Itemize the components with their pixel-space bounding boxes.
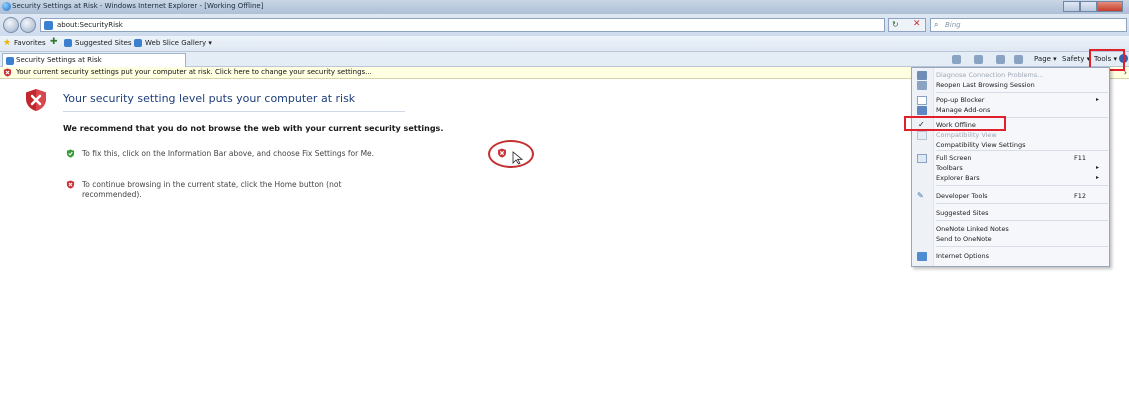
mouse-cursor-icon bbox=[512, 151, 524, 165]
submenu-arrow-icon: ▸ bbox=[1096, 174, 1100, 181]
menu-item-diagnose-connection[interactable]: Diagnose Connection Problems... bbox=[936, 71, 1043, 79]
full-screen-icon bbox=[917, 154, 927, 163]
shield-warning-icon bbox=[3, 68, 12, 77]
continue-browsing-instruction: To continue browsing in the current stat… bbox=[82, 180, 342, 199]
page-icon bbox=[44, 21, 53, 30]
address-row: about:SecurityRisk ↻ ✕ ⌕ Bing bbox=[0, 14, 1129, 36]
tab-label: Security Settings at Risk bbox=[16, 56, 102, 64]
page-heading: Your security setting level puts your co… bbox=[63, 92, 356, 105]
diagnose-icon bbox=[917, 71, 927, 80]
menu-item-send-to-onenote[interactable]: Send to OneNote bbox=[936, 235, 992, 243]
favorites-star-icon: ★ bbox=[3, 38, 12, 48]
address-url: about:SecurityRisk bbox=[57, 21, 123, 29]
title-bar: Security Settings at Risk - Windows Inte… bbox=[0, 0, 1129, 14]
web-slice-gallery-link[interactable]: Web Slice Gallery ▾ bbox=[145, 39, 212, 47]
menu-item-toolbars[interactable]: Toolbars bbox=[936, 164, 963, 172]
address-bar[interactable]: about:SecurityRisk bbox=[40, 18, 885, 32]
internet-options-icon bbox=[917, 252, 927, 261]
back-button[interactable] bbox=[3, 17, 19, 33]
menu-item-onenote-linked-notes[interactable]: OneNote Linked Notes bbox=[936, 225, 1009, 233]
developer-tools-icon: ✎ bbox=[917, 191, 924, 200]
minimize-button[interactable] bbox=[1063, 1, 1080, 12]
read-mail-icon[interactable] bbox=[996, 55, 1005, 64]
menu-item-popup-blocker[interactable]: Pop-up Blocker bbox=[936, 96, 984, 104]
popup-blocker-icon bbox=[917, 96, 927, 105]
print-icon[interactable] bbox=[1014, 55, 1023, 64]
menu-separator bbox=[936, 246, 1108, 247]
search-box[interactable]: ⌕ Bing bbox=[930, 18, 1127, 32]
tab-command-row: Security Settings at Risk Page ▾ Safety … bbox=[0, 52, 1129, 67]
highlight-circle bbox=[488, 140, 534, 168]
favorites-button[interactable]: Favorites bbox=[14, 39, 46, 47]
developer-tools-shortcut: F12 bbox=[1074, 192, 1087, 200]
fix-settings-instruction: To fix this, click on the Information Ba… bbox=[82, 149, 375, 158]
menu-item-internet-options[interactable]: Internet Options bbox=[936, 252, 989, 260]
favorites-bar: ★ Favorites ✚ Suggested Sites ▾ Web Slic… bbox=[0, 36, 1129, 52]
menu-item-explorer-bars[interactable]: Explorer Bars bbox=[936, 174, 980, 182]
work-offline-highlight-box bbox=[904, 116, 1006, 131]
shield-ok-icon bbox=[66, 149, 75, 158]
security-risk-shield-icon bbox=[26, 89, 46, 111]
heading-divider bbox=[63, 111, 405, 112]
refresh-icon[interactable]: ↻ bbox=[892, 20, 899, 29]
menu-item-compatibility-view[interactable]: Compatibility View bbox=[936, 131, 997, 139]
menu-separator bbox=[936, 150, 1108, 151]
window-title: Security Settings at Risk - Windows Inte… bbox=[12, 2, 264, 10]
menu-separator bbox=[936, 220, 1108, 221]
menu-item-manage-addons[interactable]: Manage Add-ons bbox=[936, 106, 990, 114]
information-bar-text: Your current security settings put your … bbox=[16, 68, 372, 76]
compatibility-view-icon bbox=[917, 131, 927, 140]
tab-security-settings[interactable]: Security Settings at Risk bbox=[2, 53, 186, 67]
address-tools: ↻ ✕ bbox=[888, 18, 926, 32]
menu-item-developer-tools[interactable]: Developer Tools bbox=[936, 192, 988, 200]
menu-separator bbox=[936, 203, 1108, 204]
search-icon: ⌕ bbox=[934, 20, 939, 29]
menu-item-compatibility-settings[interactable]: Compatibility View Settings bbox=[936, 141, 1025, 149]
add-favorite-icon[interactable]: ✚ bbox=[50, 37, 58, 47]
reopen-session-icon bbox=[917, 81, 927, 90]
safety-menu-button[interactable]: Safety ▾ bbox=[1062, 55, 1090, 63]
forward-button[interactable] bbox=[20, 17, 36, 33]
recommendation-text: We recommend that you do not browse the … bbox=[63, 124, 444, 133]
menu-separator bbox=[936, 92, 1108, 93]
web-slice-gallery-icon bbox=[134, 39, 142, 47]
home-icon[interactable] bbox=[952, 55, 961, 64]
menu-separator bbox=[936, 185, 1108, 186]
stop-icon[interactable]: ✕ bbox=[913, 19, 921, 29]
submenu-arrow-icon: ▸ bbox=[1096, 96, 1100, 103]
menu-item-reopen-session[interactable]: Reopen Last Browsing Session bbox=[936, 81, 1035, 89]
tools-menu: Diagnose Connection Problems... Reopen L… bbox=[911, 67, 1110, 267]
maximize-button[interactable] bbox=[1080, 1, 1097, 12]
window-controls bbox=[1063, 1, 1123, 12]
menu-item-full-screen[interactable]: Full Screen bbox=[936, 154, 972, 162]
feeds-icon[interactable] bbox=[974, 55, 983, 64]
page-menu-button[interactable]: Page ▾ bbox=[1034, 55, 1057, 63]
manage-addons-icon bbox=[917, 106, 927, 115]
shield-warning-icon bbox=[66, 180, 75, 189]
close-button[interactable] bbox=[1097, 1, 1123, 12]
search-placeholder: Bing bbox=[945, 21, 961, 29]
shield-warning-icon bbox=[498, 148, 506, 158]
full-screen-shortcut: F11 bbox=[1074, 154, 1087, 162]
suggested-sites-icon bbox=[64, 39, 72, 47]
tab-page-icon bbox=[6, 57, 14, 65]
submenu-arrow-icon: ▸ bbox=[1096, 164, 1100, 171]
menu-item-suggested-sites[interactable]: Suggested Sites bbox=[936, 209, 989, 217]
suggested-sites-link[interactable]: Suggested Sites ▾ bbox=[75, 39, 137, 47]
ie-logo-icon bbox=[2, 2, 11, 11]
